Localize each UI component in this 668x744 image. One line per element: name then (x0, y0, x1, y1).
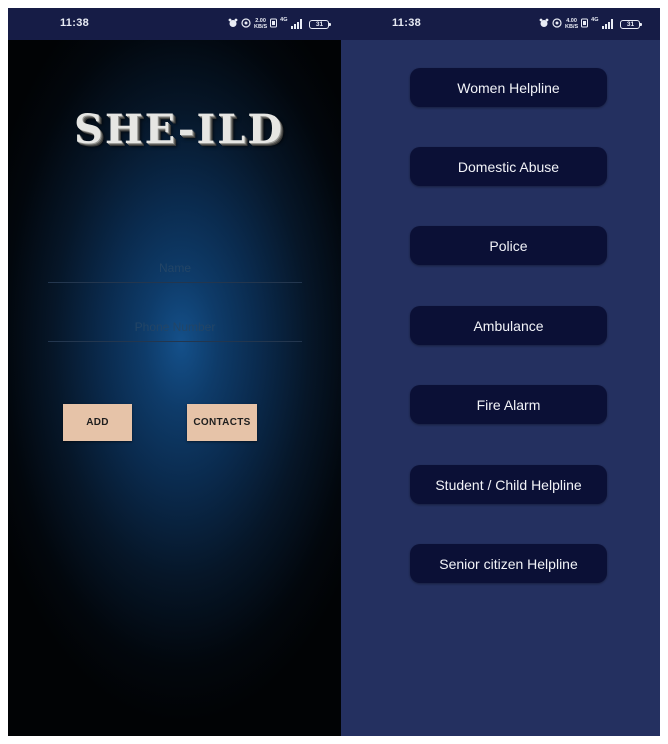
status-time: 11:38 (392, 17, 422, 29)
ambulance-button[interactable]: Ambulance (410, 306, 607, 345)
status-time: 11:38 (60, 17, 90, 29)
battery-icon: 31 (309, 19, 332, 29)
senior-citizen-helpline-button[interactable]: Senior citizen Helpline (410, 544, 607, 583)
domestic-abuse-button[interactable]: Domestic Abuse (410, 147, 607, 186)
name-placeholder: Name (158, 260, 191, 275)
data-speed: 4.00 KB/S (565, 18, 578, 30)
status-bar: 11:38 4.00 KB/S 4G 31 (341, 8, 660, 40)
student-child-helpline-button[interactable]: Student / Child Helpline (410, 465, 607, 504)
name-input[interactable]: Name (48, 253, 302, 283)
add-button[interactable]: ADD (63, 404, 132, 441)
battery-level: 31 (626, 20, 635, 28)
contacts-button[interactable]: CONTACTS (187, 404, 257, 441)
police-button[interactable]: Police (410, 226, 607, 265)
register-screen: 11:38 2.00 KB/S 4G 31 SHE-ILD Name Phone… (8, 8, 341, 736)
signal-icon (602, 19, 614, 29)
fire-alarm-button[interactable]: Fire Alarm (410, 385, 607, 424)
alarm-icon (539, 15, 549, 33)
app-title: SHE-ILD (73, 106, 285, 153)
status-bar: 11:38 2.00 KB/S 4G 31 (8, 8, 341, 40)
alarm-icon (228, 15, 238, 33)
phone-number-placeholder: Phone Number (134, 319, 216, 334)
volte-icon (270, 15, 278, 33)
battery-level: 31 (315, 20, 324, 28)
hotspot-icon (241, 15, 251, 33)
status-icons: 4.00 KB/S 4G 31 (539, 15, 643, 33)
network-type: 4G (591, 17, 599, 23)
battery-icon: 31 (620, 19, 643, 29)
hotspot-icon (552, 15, 562, 33)
women-helpline-button[interactable]: Women Helpline (410, 68, 607, 107)
helpline-screen: 11:38 4.00 KB/S 4G 31 Women Helpline Dom… (341, 8, 660, 736)
phone-number-input[interactable]: Phone Number (48, 312, 302, 342)
network-type: 4G (280, 17, 288, 23)
status-icons: 2.00 KB/S 4G 31 (228, 15, 332, 33)
signal-icon (291, 19, 303, 29)
data-speed-unit: KB/S (565, 24, 579, 30)
data-speed: 2.00 KB/S (254, 18, 267, 30)
data-speed-unit: KB/S (254, 24, 268, 30)
volte-icon (581, 15, 589, 33)
